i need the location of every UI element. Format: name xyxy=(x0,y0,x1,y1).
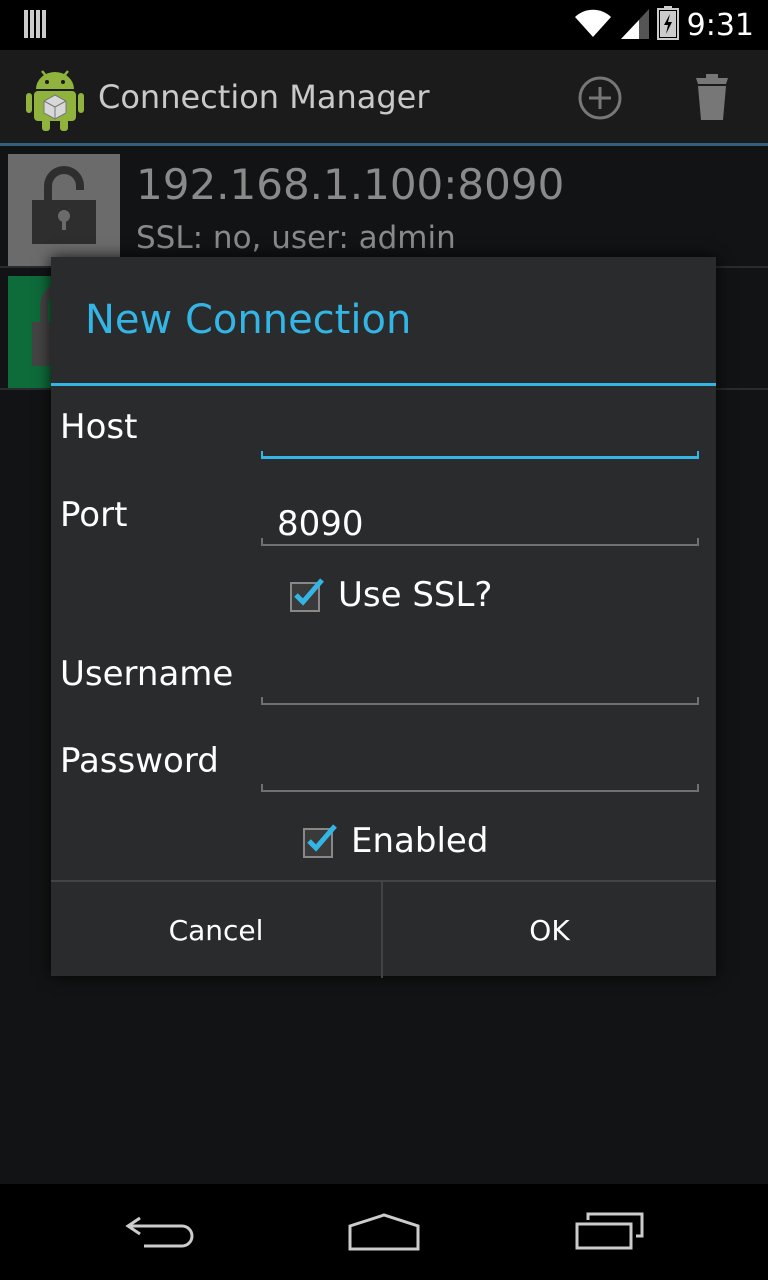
port-underline xyxy=(261,544,699,546)
username-label: Username xyxy=(60,654,234,694)
host-label: Host xyxy=(60,407,138,447)
host-underline-right xyxy=(697,451,699,459)
recent-apps-icon xyxy=(575,1212,644,1250)
recent-apps-button[interactable] xyxy=(574,1212,646,1256)
use-ssl-label: Use SSL? xyxy=(338,575,493,615)
notification-icon xyxy=(24,10,48,42)
username-underline-left xyxy=(261,697,263,705)
username-input[interactable] xyxy=(261,661,699,705)
password-underline xyxy=(261,790,699,792)
port-value: 8090 xyxy=(277,504,364,544)
port-underline-left xyxy=(261,538,263,546)
navigation-bar xyxy=(0,1184,768,1280)
enabled-label: Enabled xyxy=(351,821,489,861)
use-ssl-checkbox[interactable]: Use SSL? xyxy=(290,575,492,615)
add-circle-icon xyxy=(578,76,622,120)
home-icon xyxy=(348,1213,420,1251)
username-underline xyxy=(261,703,699,705)
android-app-icon xyxy=(26,65,84,135)
host-underline xyxy=(261,456,699,459)
unlocked-padlock-icon xyxy=(8,154,120,266)
connection-title: 192.168.1.100:8090 xyxy=(136,160,565,209)
host-underline-left xyxy=(261,451,263,459)
add-connection-button[interactable] xyxy=(574,72,626,128)
cancel-button[interactable]: Cancel xyxy=(51,882,383,978)
signal-icon xyxy=(620,7,649,43)
port-underline-right xyxy=(697,538,699,546)
battery-icon xyxy=(656,6,679,44)
status-bar: 9:31 xyxy=(0,0,768,50)
dialog-title-divider xyxy=(51,383,716,386)
connection-subtitle: SSL: no, user: admin xyxy=(136,220,456,256)
username-underline-right xyxy=(697,697,699,705)
port-input[interactable]: 8090 xyxy=(261,502,699,546)
dialog-title: New Connection xyxy=(85,297,412,343)
app-title: Connection Manager xyxy=(98,78,430,116)
list-item[interactable]: 192.168.1.100:8090 SSL: no, user: admin xyxy=(0,146,768,268)
enabled-checkbox[interactable]: Enabled xyxy=(303,821,488,861)
home-button[interactable] xyxy=(346,1212,422,1256)
password-label: Password xyxy=(60,741,219,781)
action-bar: Connection Manager xyxy=(0,50,768,143)
delete-connection-button[interactable] xyxy=(690,72,734,128)
trash-icon xyxy=(696,74,728,120)
clock: 9:31 xyxy=(686,7,754,43)
back-icon xyxy=(125,1216,194,1248)
ok-button[interactable]: OK xyxy=(383,882,716,978)
password-input[interactable] xyxy=(261,748,699,792)
checkbox-checked-icon xyxy=(303,824,337,858)
dialog-button-bar: Cancel OK xyxy=(51,880,716,978)
wifi-icon xyxy=(573,7,613,43)
back-button[interactable] xyxy=(124,1212,196,1256)
checkbox-checked-icon xyxy=(290,578,324,612)
password-underline-left xyxy=(261,784,263,792)
port-label: Port xyxy=(60,495,128,535)
host-input[interactable] xyxy=(261,415,699,459)
new-connection-dialog: New Connection Host Port 8090 Use SSL? U… xyxy=(51,257,716,978)
password-underline-right xyxy=(697,784,699,792)
